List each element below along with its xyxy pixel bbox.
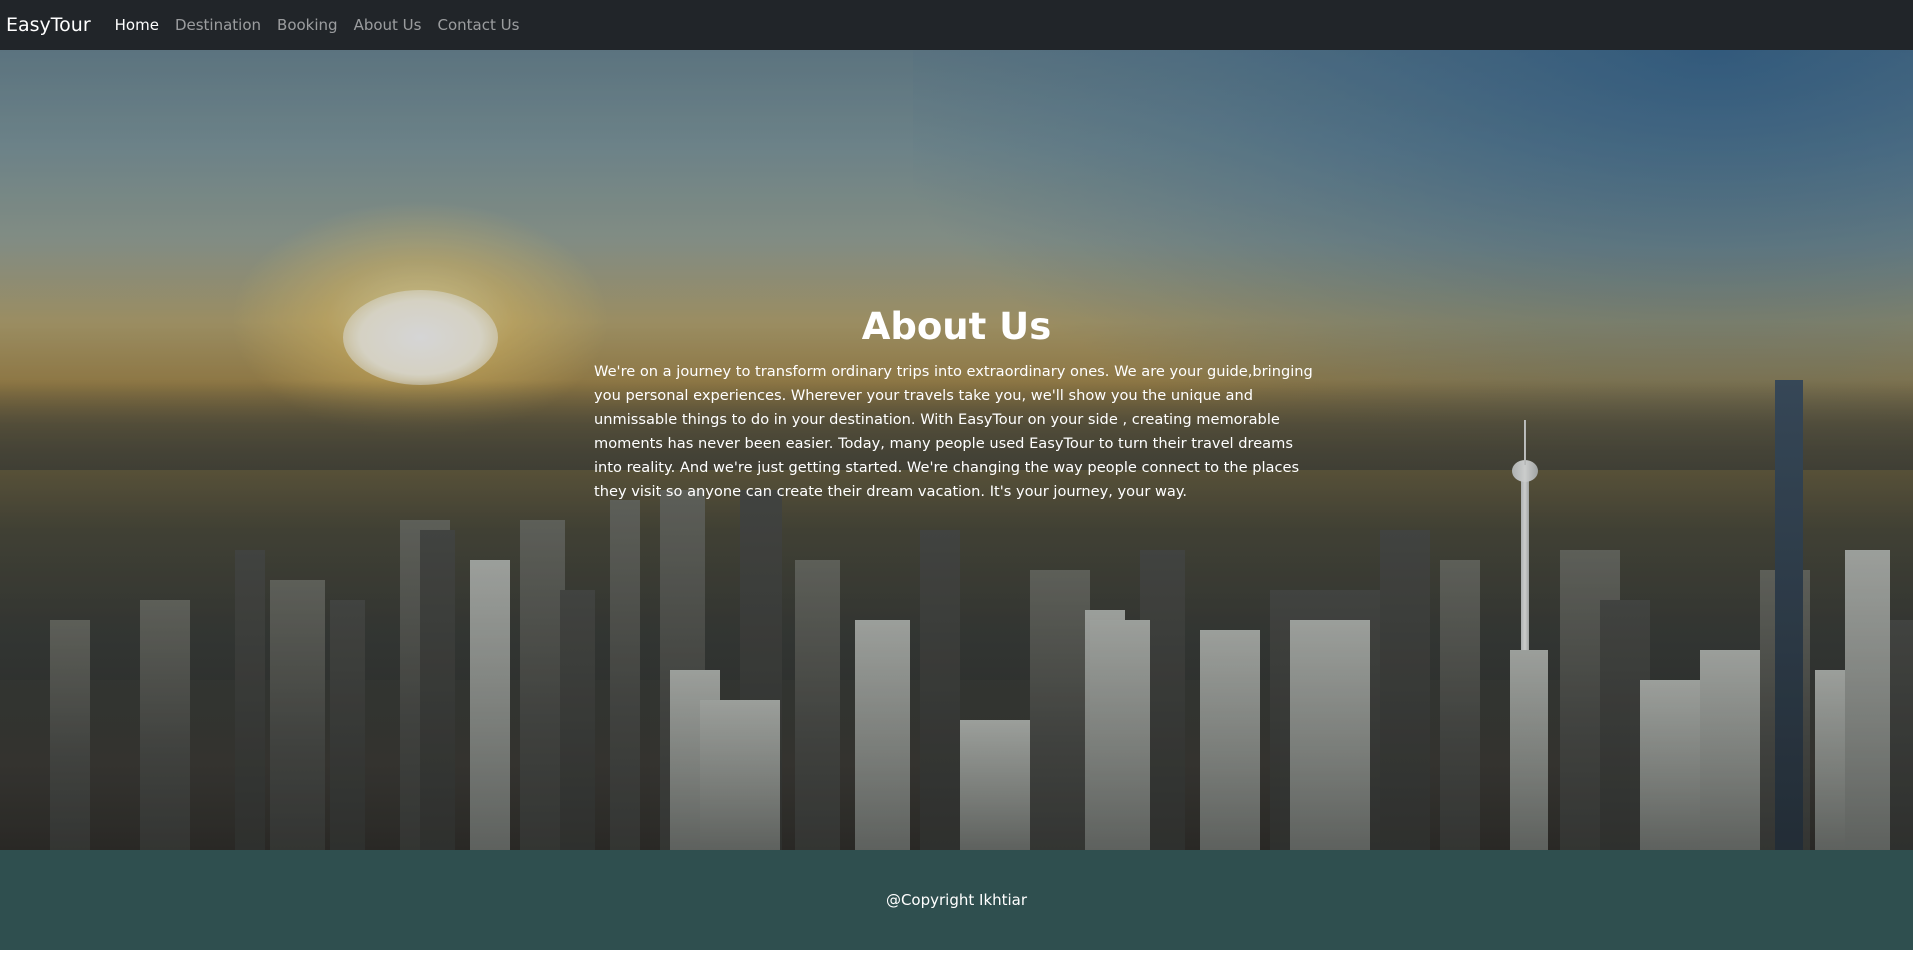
- nav-link-about-us[interactable]: About Us: [354, 16, 422, 34]
- copyright-text: @Copyright Ikhtiar: [885, 891, 1028, 909]
- hero-section: About Us We're on a journey to transform…: [0, 50, 1913, 850]
- nav-link-contact-us[interactable]: Contact Us: [437, 16, 519, 34]
- hero-content: About Us We're on a journey to transform…: [594, 302, 1319, 504]
- nav-link-booking[interactable]: Booking: [277, 16, 338, 34]
- nav-link-home[interactable]: Home: [115, 16, 159, 34]
- navbar: EasyTour Home Destination Booking About …: [0, 0, 1913, 50]
- brand-logo[interactable]: EasyTour: [6, 14, 91, 36]
- hero-description: We're on a journey to transform ordinary…: [594, 363, 1313, 500]
- footer: @Copyright Ikhtiar: [0, 850, 1913, 950]
- nav-link-destination[interactable]: Destination: [175, 16, 261, 34]
- hero-title: About Us: [861, 305, 1052, 348]
